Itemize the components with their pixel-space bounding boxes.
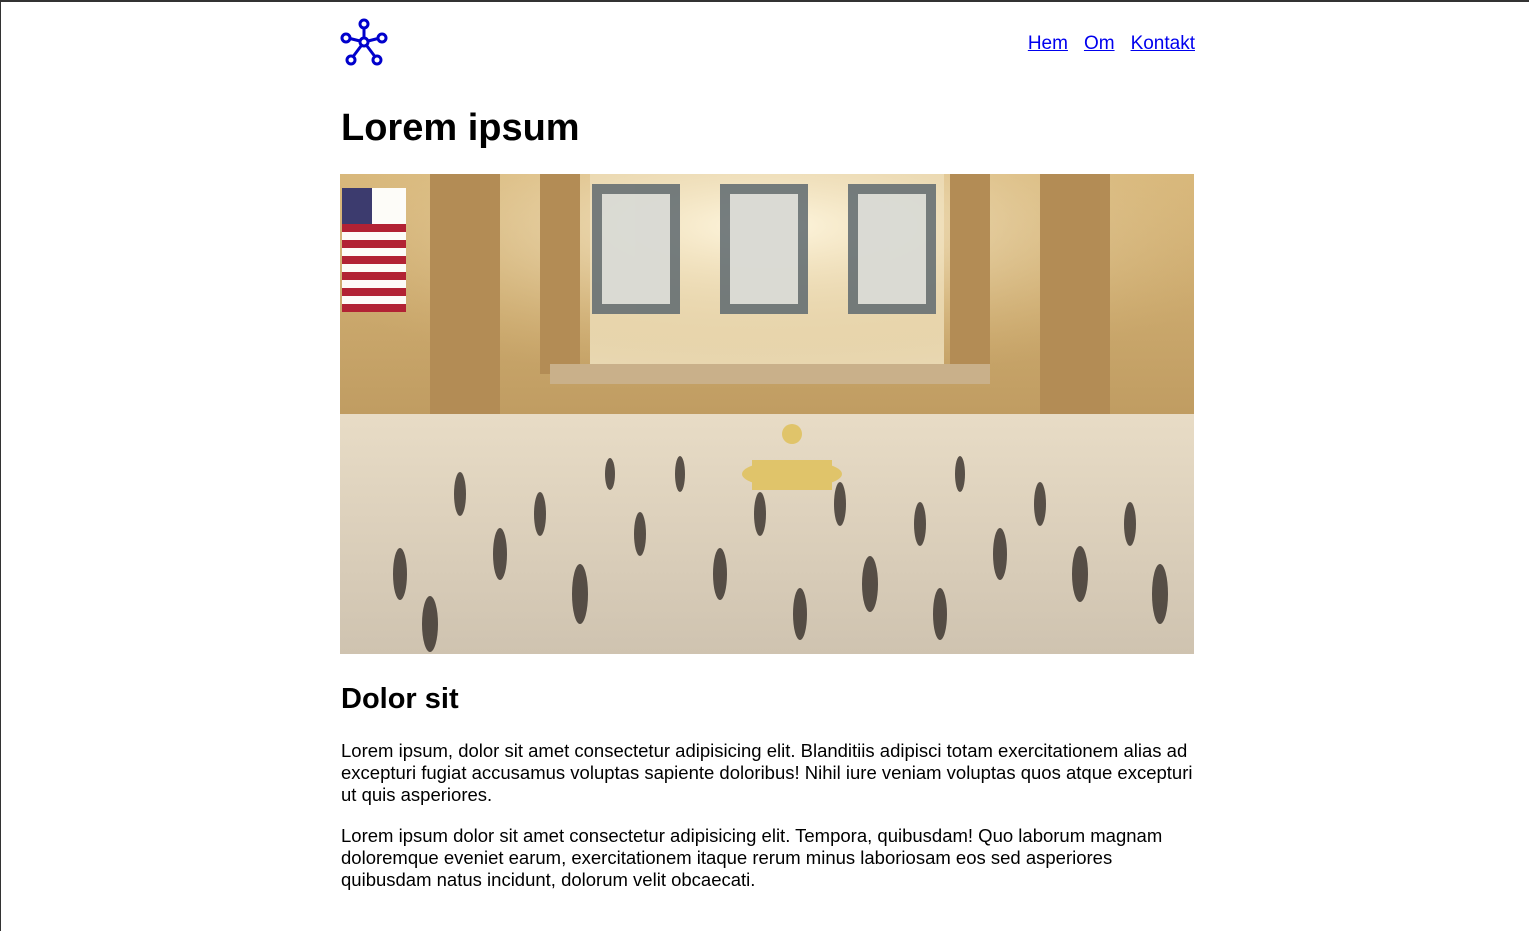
station-concourse-image [340,174,1194,654]
page-container: Hem Om Kontakt Lorem ipsum Dolor sit Lor… [340,2,1195,890]
nav-link-kontakt[interactable]: Kontakt [1131,33,1195,55]
page-title: Lorem ipsum [341,107,580,149]
network-nodes-icon[interactable] [340,18,388,66]
hero-image [340,174,1194,654]
paragraph-2: Lorem ipsum dolor sit amet consectetur a… [341,825,1163,890]
main-nav: Hem Om Kontakt [1028,33,1195,55]
section-heading: Dolor sit [341,683,459,715]
site-header: Hem Om Kontakt [340,2,1195,92]
nav-link-om[interactable]: Om [1084,33,1115,55]
nav-link-hem[interactable]: Hem [1028,33,1068,55]
paragraph-1: Lorem ipsum, dolor sit amet consectetur … [341,740,1193,805]
